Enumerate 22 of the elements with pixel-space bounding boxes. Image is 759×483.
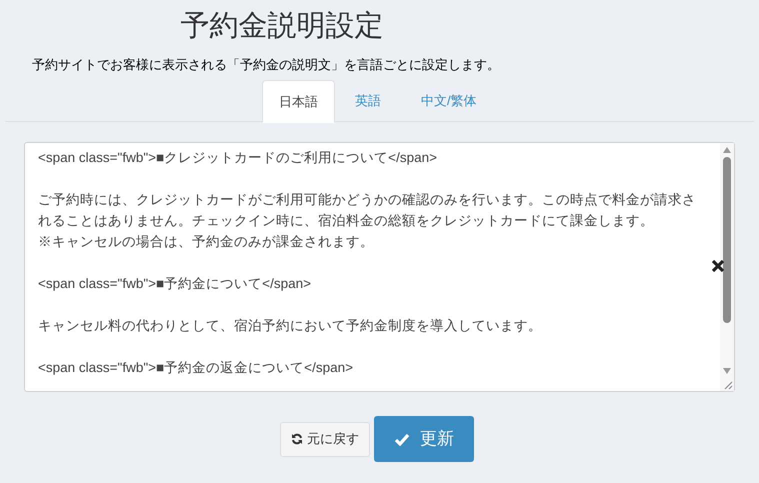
close-icon[interactable] [711, 259, 725, 273]
editor-line: ご予約時には、クレジットカードがご利用可能かどうかの確認のみを行います。この時点で料金が請求さ [38, 191, 697, 209]
editor-line: れることはありません。チェックイン時に、宿泊料金の総額をクレジットカードにて課金します。 [38, 212, 655, 230]
reset-button[interactable]: 元に戻す [280, 422, 370, 456]
scrollbar-thumb[interactable] [723, 157, 731, 323]
page-description: 予約サイトでお客様に表示される「予約金の説明文」を言語ごとに設定します。 [32, 56, 501, 74]
language-tab[interactable]: 日本語 [262, 80, 335, 123]
scroll-down-icon[interactable] [722, 367, 732, 375]
language-tab[interactable]: 中文/繁体 [401, 80, 497, 122]
scroll-up-icon[interactable] [722, 146, 732, 154]
refresh-icon [291, 433, 303, 445]
editor-line: ※キャンセルの場合は、予約金のみが課金されます。 [38, 233, 375, 251]
update-button[interactable]: 更新 [374, 416, 474, 462]
resize-handle-icon[interactable] [723, 380, 733, 390]
scrollbar[interactable] [720, 143, 734, 391]
editor-line: キャンセル料の代わりとして、宿泊予約において予約金制度を導入しています。 [38, 317, 543, 335]
editor-line: <span class="fwb">■予約金について</span> [38, 275, 312, 293]
language-tab[interactable]: 英語 [335, 80, 401, 122]
page-title: 予約金説明設定 [180, 9, 384, 44]
editor-line: <span class="fwb">■クレジットカードのご利用について</span> [38, 149, 438, 167]
editor-line: <span class="fwb">■予約金の返金について</span> [38, 359, 354, 377]
check-icon [394, 432, 410, 446]
